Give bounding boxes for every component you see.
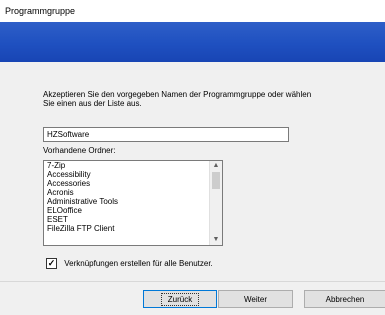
window-title: Programmgruppe (5, 6, 76, 16)
scroll-up-icon[interactable]: ▲ (210, 161, 222, 171)
all-users-option[interactable]: ✓ Verknüpfungen erstellen für alle Benut… (46, 258, 213, 269)
back-button[interactable]: Zurück (143, 290, 217, 308)
all-users-checkbox[interactable]: ✓ (46, 258, 57, 269)
title-bar: Programmgruppe (0, 0, 385, 23)
dialog-content: Akzeptieren Sie den vorgegeben Namen der… (0, 62, 385, 281)
existing-folders-label: Vorhandene Ordner: (43, 146, 116, 155)
scrollbar-thumb[interactable] (212, 172, 220, 189)
list-item[interactable]: Accessibility (47, 170, 207, 179)
checkmark-icon: ✓ (47, 258, 56, 268)
list-item[interactable]: ESET (47, 215, 207, 224)
list-item[interactable]: Accessories (47, 179, 207, 188)
list-item[interactable]: Acronis (47, 188, 207, 197)
scroll-down-icon[interactable]: ▼ (210, 235, 222, 245)
instruction-text: Akzeptieren Sie den vorgegeben Namen der… (43, 90, 343, 108)
list-item[interactable]: Administrative Tools (47, 197, 207, 206)
button-bar: Zurück Weiter Abbrechen (0, 281, 385, 315)
back-button-label: Zurück (160, 293, 200, 306)
instruction-line-1: Akzeptieren Sie den vorgegeben Namen der… (43, 90, 312, 99)
list-item[interactable]: 7-Zip (47, 161, 207, 170)
all-users-label: Verknüpfungen erstellen für alle Benutze… (64, 259, 213, 268)
list-item[interactable]: ELOoffice (47, 206, 207, 215)
folder-list-scrollbar[interactable]: ▲ ▼ (209, 161, 222, 245)
program-group-name-input[interactable] (43, 127, 289, 142)
cancel-button[interactable]: Abbrechen (304, 290, 385, 308)
instruction-line-2: Sie einen aus der Liste aus. (43, 99, 142, 108)
list-item[interactable]: FileZilla FTP Client (47, 224, 207, 233)
header-banner (0, 22, 385, 62)
existing-folders-list[interactable]: 7-Zip Accessibility Accessories Acronis … (43, 160, 223, 246)
next-button[interactable]: Weiter (218, 290, 293, 308)
